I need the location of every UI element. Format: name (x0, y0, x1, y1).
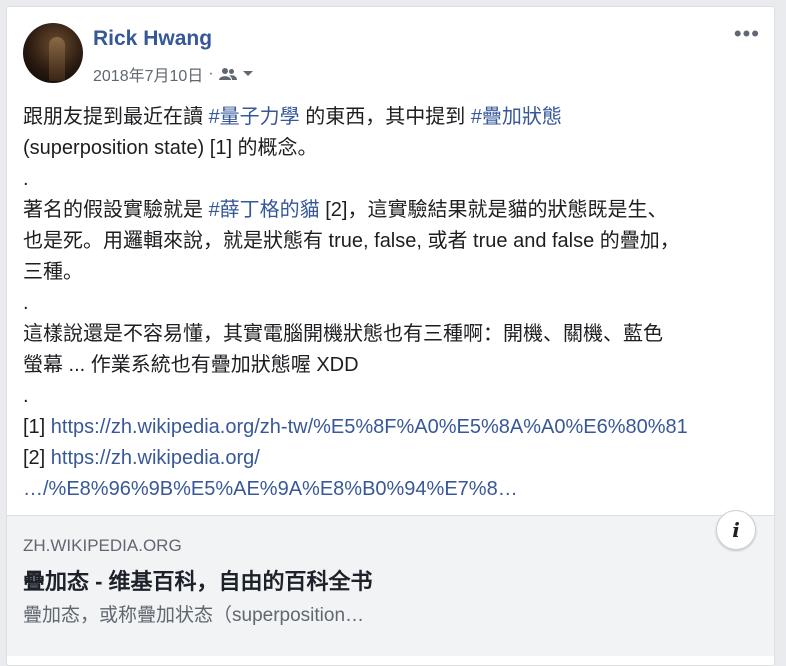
post-body: 跟朋友提到最近在讀 #量子力學 的東西，其中提到 #疊加狀態 (superpos… (23, 102, 763, 505)
post-line: . (23, 168, 29, 190)
line-text: 著名的假設實驗就是 (23, 199, 209, 221)
post-line: [2] https://zh.wikipedia.org/ (23, 443, 763, 474)
post-line: . (23, 385, 29, 407)
preview-description: 疊加态，或称疊加状态（superposition… (23, 605, 365, 626)
post-line: 跟朋友提到最近在讀 #量子力學 的東西，其中提到 #疊加狀態 (23, 102, 763, 133)
post-line: 著名的假設實驗就是 #薛丁格的貓 [2]，這實驗結果就是貓的狀態既是生、 (23, 195, 763, 226)
link-preview[interactable]: i ZH.WIKIPEDIA.ORG 疊加态 - 维基百科，自由的百科全书 疊加… (7, 510, 774, 656)
avatar-figure (49, 37, 65, 81)
post-card: Rick Hwang 2018年7月10日 · ••• 跟朋友提到最近在讀 #量… (6, 6, 775, 666)
post-line: . (23, 292, 29, 314)
hashtag-link[interactable]: #量子力學 (209, 106, 300, 128)
line-text: 的東西，其中提到 (299, 106, 471, 128)
post-line: 三種。 (23, 261, 83, 283)
url-link[interactable]: https://zh.wikipedia.org/zh-tw/%E5%8F%A0… (51, 416, 688, 438)
meta-separator: · (208, 65, 214, 82)
line-text: [2]，這實驗結果就是貓的狀態既是生、 (319, 199, 668, 221)
ref-label: [1] (23, 416, 51, 438)
url-link[interactable]: https://zh.wikipedia.org/ (51, 447, 260, 469)
post-line: …/%E8%96%9B%E5%AE%9A%E8%B0%94%E7%8… (23, 474, 763, 505)
hashtag-link[interactable]: #疊加狀態 (471, 106, 562, 128)
post-date[interactable]: 2018年7月10日 (93, 62, 203, 86)
preview-domain: ZH.WIKIPEDIA.ORG (23, 536, 182, 555)
ref-label: [2] (23, 447, 51, 469)
info-icon[interactable]: i (716, 510, 756, 550)
post-line: 螢幕 ... 作業系統也有疊加狀態喔 XDD (23, 354, 359, 376)
friends-icon[interactable] (218, 67, 237, 81)
more-options-icon[interactable]: ••• (734, 23, 760, 45)
chevron-down-icon[interactable] (242, 70, 254, 78)
line-text: 跟朋友提到最近在讀 (23, 106, 209, 128)
author-name[interactable]: Rick Hwang (93, 27, 212, 51)
url-link[interactable]: …/%E8%96%9B%E5%AE%9A%E8%B0%94%E7%8… (23, 478, 518, 500)
post-meta: 2018年7月10日 · (93, 62, 254, 86)
post-line: 也是死。用邏輯來說，就是狀態有 true, false, 或者 true and… (23, 230, 680, 252)
post-line: 這樣說還是不容易懂，其實電腦開機狀態也有三種啊：開機、關機、藍色 (23, 323, 663, 345)
preview-title[interactable]: 疊加态 - 维基百科，自由的百科全书 (23, 564, 373, 596)
hashtag-link[interactable]: #薛丁格的貓 (209, 199, 320, 221)
post-line: [1] https://zh.wikipedia.org/zh-tw/%E5%8… (23, 412, 763, 443)
avatar[interactable] (23, 23, 83, 83)
post-line: (superposition state) [1] 的概念。 (23, 137, 318, 159)
